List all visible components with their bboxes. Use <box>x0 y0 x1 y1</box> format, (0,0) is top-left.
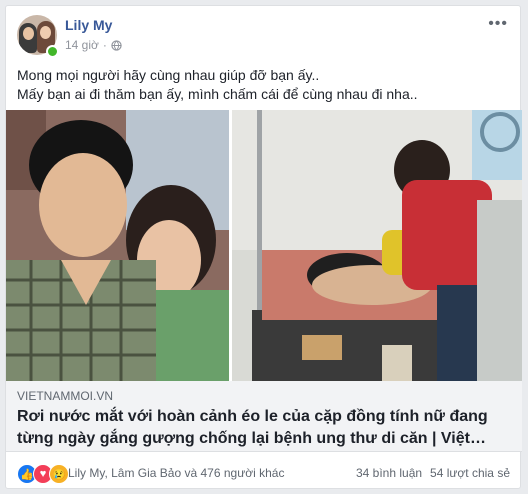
post-meta: 14 giờ · <box>65 38 122 52</box>
link-preview[interactable]: VIETNAMMOI.VN Rơi nước mắt với hoàn cảnh… <box>6 381 522 452</box>
more-options-icon[interactable]: ••• <box>488 16 508 32</box>
comment-count[interactable]: 34 bình luận <box>356 466 422 480</box>
author-name[interactable]: Lily My <box>65 17 112 33</box>
link-headline[interactable]: Rơi nước mắt với hoàn cảnh éo le của cặp… <box>17 406 507 450</box>
share-count[interactable]: 54 lượt chia sẻ <box>430 466 510 480</box>
engagement-counts: 34 bình luận 54 lượt chia sẻ <box>356 466 510 480</box>
post-text: Mong mọi người hãy cùng nhau giúp đỡ bạn… <box>17 66 418 104</box>
reaction-icons[interactable]: 👍 ♥ 😢 <box>17 464 69 484</box>
reaction-bar: 👍 ♥ 😢 Lily My, Lâm Gia Bảo và 476 người … <box>6 462 522 486</box>
post-card: Lily My 14 giờ · ••• Mong mọi người hãy … <box>5 5 522 489</box>
link-photo-left[interactable] <box>6 110 229 381</box>
post-text-line: Mong mọi người hãy cùng nhau giúp đỡ bạn… <box>17 67 320 83</box>
link-photo-right[interactable] <box>232 110 522 381</box>
reactors-text[interactable]: Lily My, Lâm Gia Bảo và 476 người khác <box>68 466 284 480</box>
link-source: VIETNAMMOI.VN <box>17 389 114 403</box>
post-time[interactable]: 14 giờ <box>65 38 99 52</box>
sad-icon: 😢 <box>49 464 69 484</box>
online-status-dot <box>46 45 59 58</box>
globe-icon <box>111 39 122 51</box>
post-text-line: Mấy bạn ai đi thăm bạn ấy, mình chấm cái… <box>17 86 418 102</box>
